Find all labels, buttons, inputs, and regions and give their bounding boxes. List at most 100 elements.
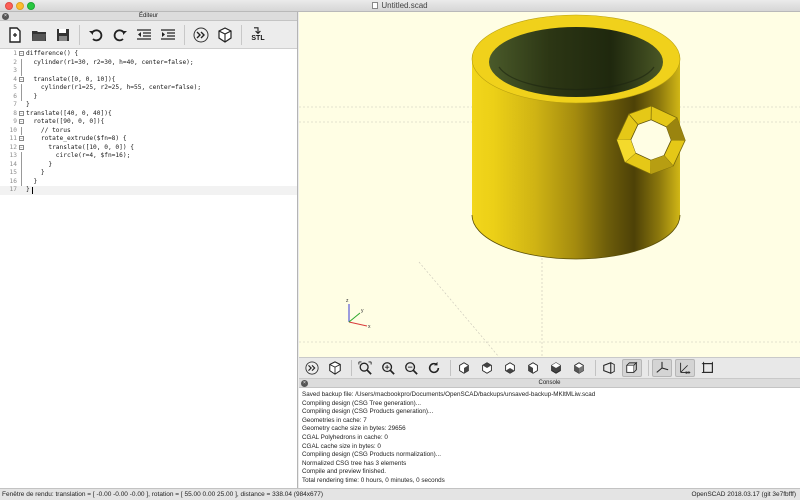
show-scale-markers-button[interactable]: 10 xyxy=(675,359,695,377)
code-text: rotate([90, 0, 0]){ xyxy=(26,118,105,125)
console-output[interactable]: Saved backup file: /Users/macbookpro/Doc… xyxy=(299,388,800,486)
fold-toggle-icon[interactable]: − xyxy=(19,76,24,82)
redo-button[interactable] xyxy=(109,24,131,46)
toolbar-separator xyxy=(241,24,242,45)
view-left-button[interactable] xyxy=(523,359,543,377)
indent-button[interactable] xyxy=(157,24,179,46)
view-all-button[interactable] xyxy=(355,359,375,377)
save-button[interactable] xyxy=(52,24,74,46)
zoom-out-button[interactable] xyxy=(401,359,421,377)
fold-guide xyxy=(21,58,22,67)
view-render-button[interactable] xyxy=(325,359,345,377)
new-file-icon xyxy=(9,26,21,43)
view-bottom-button[interactable] xyxy=(500,359,520,377)
fold-toggle-icon[interactable]: − xyxy=(19,51,24,56)
editor-header: × Éditeur xyxy=(0,12,297,21)
code-line[interactable]: 1− difference() { xyxy=(0,50,297,59)
text-cursor xyxy=(32,187,33,194)
code-line[interactable]: 14 } xyxy=(0,160,297,169)
code-line[interactable]: 10 // torus xyxy=(0,126,297,135)
viewport-status-text: Fenêtre de rendu: translation = [ -0.00 … xyxy=(2,491,324,498)
unindent-button[interactable] xyxy=(133,24,155,46)
editor-panel: × Éditeur STL 1 − difference() {2 cylin… xyxy=(0,12,298,488)
line-number: 8 xyxy=(13,109,17,117)
view-front-button[interactable] xyxy=(546,359,566,377)
code-text: difference() { xyxy=(26,50,79,57)
cube-right-icon xyxy=(459,362,469,374)
window-title-text: Untitled.scad xyxy=(381,1,428,10)
code-line[interactable]: 4− translate([0, 0, 10]){ xyxy=(0,76,297,85)
view-right-button[interactable] xyxy=(454,359,474,377)
console-line: Geometries in cache: 7 xyxy=(302,416,367,424)
render-button[interactable] xyxy=(214,24,236,46)
code-line[interactable]: 15 } xyxy=(0,169,297,178)
code-line[interactable]: 7} xyxy=(0,101,297,110)
console-line: Normalized CSG tree has 3 elements xyxy=(302,459,407,467)
code-text: // torus xyxy=(26,126,71,134)
console-line: Compile and preview finished. xyxy=(302,468,387,476)
fold-toggle-icon[interactable]: − xyxy=(19,136,24,141)
fold-toggle-icon[interactable]: − xyxy=(19,119,24,124)
orthogonal-button[interactable] xyxy=(622,359,642,377)
line-number: 9 xyxy=(13,118,17,125)
view-back-button[interactable] xyxy=(569,359,589,377)
open-file-button[interactable] xyxy=(28,24,50,46)
code-line[interactable]: 3 xyxy=(0,67,297,76)
code-line[interactable]: 9− rotate([90, 0, 0]){ xyxy=(0,118,297,127)
view-top-button[interactable] xyxy=(477,359,497,377)
undo-icon xyxy=(89,28,103,41)
line-number: 10 xyxy=(9,126,17,134)
preview-icon xyxy=(305,361,319,375)
line-number: 1 xyxy=(13,50,17,57)
code-line[interactable]: 2 cylinder(r1=30, r2=30, h=40, center=fa… xyxy=(0,58,297,67)
folder-icon xyxy=(32,30,46,41)
fold-guide xyxy=(21,67,22,76)
cube-back-icon xyxy=(574,362,584,374)
code-line[interactable]: 16 } xyxy=(0,177,297,186)
new-file-button[interactable] xyxy=(4,24,26,46)
fold-guide xyxy=(21,126,22,135)
console-line: Saved backup file: /Users/macbookpro/Doc… xyxy=(302,391,596,398)
code-text: } xyxy=(26,169,45,176)
code-editor[interactable]: 1− difference() {2 cylinder(r1=30, r2=30,… xyxy=(0,50,297,488)
code-line[interactable]: 6 } xyxy=(0,92,297,101)
reset-view-icon xyxy=(428,361,440,374)
code-line[interactable]: 5 cylinder(r1=25, r2=25, h=55, center=fa… xyxy=(0,84,297,93)
export-stl-button[interactable]: STL xyxy=(247,24,269,46)
show-edges-button[interactable] xyxy=(698,359,718,377)
view-toolbar-separator xyxy=(351,360,352,376)
cube-bottom-icon xyxy=(505,362,515,374)
toolbar-separator xyxy=(184,24,185,45)
render-cube-icon xyxy=(329,361,341,375)
console-title: Console xyxy=(538,380,561,386)
undo-button[interactable] xyxy=(85,24,107,46)
fold-toggle-icon[interactable]: − xyxy=(19,144,24,150)
line-number: 17 xyxy=(9,186,17,193)
export-arrow-icon xyxy=(254,27,261,35)
code-text: } xyxy=(26,101,30,108)
line-number: 7 xyxy=(13,101,17,108)
show-axes-button[interactable] xyxy=(652,359,672,377)
cube-left-icon xyxy=(528,362,538,374)
code-line[interactable]: 12− translate([10, 0, 0]) { xyxy=(0,144,297,153)
line-number: 3 xyxy=(13,67,17,74)
code-line[interactable]: 17} xyxy=(0,186,297,195)
preview-button[interactable] xyxy=(190,24,212,46)
reset-view-button[interactable] xyxy=(424,359,444,377)
3d-viewport[interactable]: z x y xyxy=(299,12,800,357)
editor-title: Éditeur xyxy=(138,13,158,19)
fold-toggle-icon[interactable]: − xyxy=(19,110,24,116)
code-line[interactable]: 11− rotate_extrude($fn=8) { xyxy=(0,135,297,144)
code-line[interactable]: 13 circle(r=4, $fn=16); xyxy=(0,152,297,161)
save-icon xyxy=(57,28,69,41)
code-line[interactable]: 8− translate([40, 0, 40]){ xyxy=(0,110,297,119)
orthogonal-icon xyxy=(626,361,638,373)
zoom-in-button[interactable] xyxy=(378,359,398,377)
fold-guide xyxy=(21,152,22,161)
console-line: Compiling design (CSG Products normaliza… xyxy=(302,451,441,459)
perspective-button[interactable] xyxy=(599,359,619,377)
code-text: cylinder(r1=30, r2=30, h=40, center=fals… xyxy=(26,58,194,66)
code-text: cylinder(r1=25, r2=25, h=55, center=fals… xyxy=(26,84,202,91)
view-preview-button[interactable] xyxy=(302,359,322,377)
axes-icon xyxy=(656,361,669,373)
